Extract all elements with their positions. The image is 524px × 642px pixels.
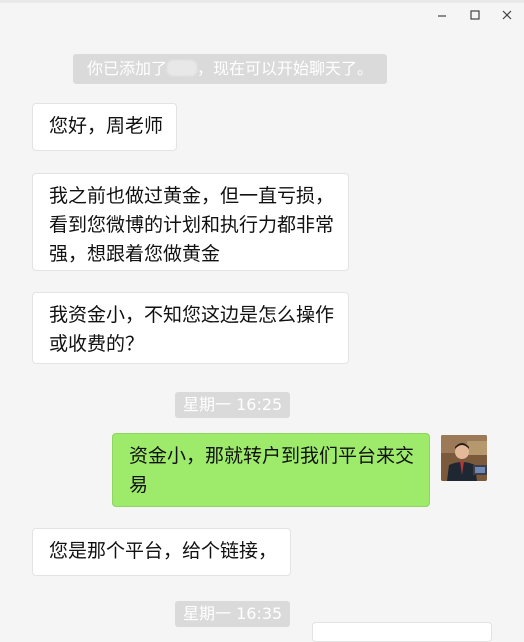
message-line: 我资金小，不知您这边是怎么操作 xyxy=(49,304,335,326)
minimize-button[interactable] xyxy=(432,6,452,24)
close-button[interactable] xyxy=(497,6,517,24)
system-message-suffix: ，现在可以开始聊天了。 xyxy=(197,59,374,78)
message-bubble-incoming[interactable]: 您是那个平台，给个链接， xyxy=(32,528,291,576)
avatar-photo xyxy=(441,435,487,481)
message-bubble-outgoing[interactable]: 资金小，那就转户到我们平台来交 易 xyxy=(112,433,430,507)
message-line: 资金小，那就转户到我们平台来交 xyxy=(129,445,415,467)
message-bubble-incoming[interactable]: 您好，周老师 xyxy=(32,103,177,151)
avatar[interactable] xyxy=(441,435,487,481)
message-text: 您是那个平台，给个链接， xyxy=(49,540,278,562)
message-bubble-incoming-partial[interactable] xyxy=(312,622,492,642)
message-line: 易 xyxy=(129,474,149,496)
system-message-prefix: 你已添加了 xyxy=(86,59,167,78)
timestamp: 星期一 16:25 xyxy=(175,392,291,418)
maximize-button[interactable] xyxy=(465,6,485,24)
system-message: 你已添加了 ，现在可以开始聊天了。 xyxy=(73,54,387,84)
top-edge-strip xyxy=(0,0,524,3)
message-text: 您好，周老师 xyxy=(49,115,164,137)
message-line: 看到您微博的计划和执行力都非常 xyxy=(49,214,335,236)
message-line: 强，想跟着您做黄金 xyxy=(49,243,221,265)
maximize-icon xyxy=(470,10,480,20)
message-bubble-incoming[interactable]: 我之前也做过黄金，但一直亏损， 看到您微博的计划和执行力都非常 强，想跟着您做黄… xyxy=(32,173,349,271)
message-line: 我之前也做过黄金，但一直亏损， xyxy=(49,185,335,207)
message-line: 或收费的？ xyxy=(49,333,145,355)
message-bubble-incoming[interactable]: 我资金小，不知您这边是怎么操作 或收费的？ xyxy=(32,292,349,364)
minimize-icon xyxy=(438,15,446,17)
redacted-name xyxy=(167,60,197,76)
timestamp: 星期一 16:35 xyxy=(175,601,291,627)
close-icon xyxy=(502,10,512,20)
